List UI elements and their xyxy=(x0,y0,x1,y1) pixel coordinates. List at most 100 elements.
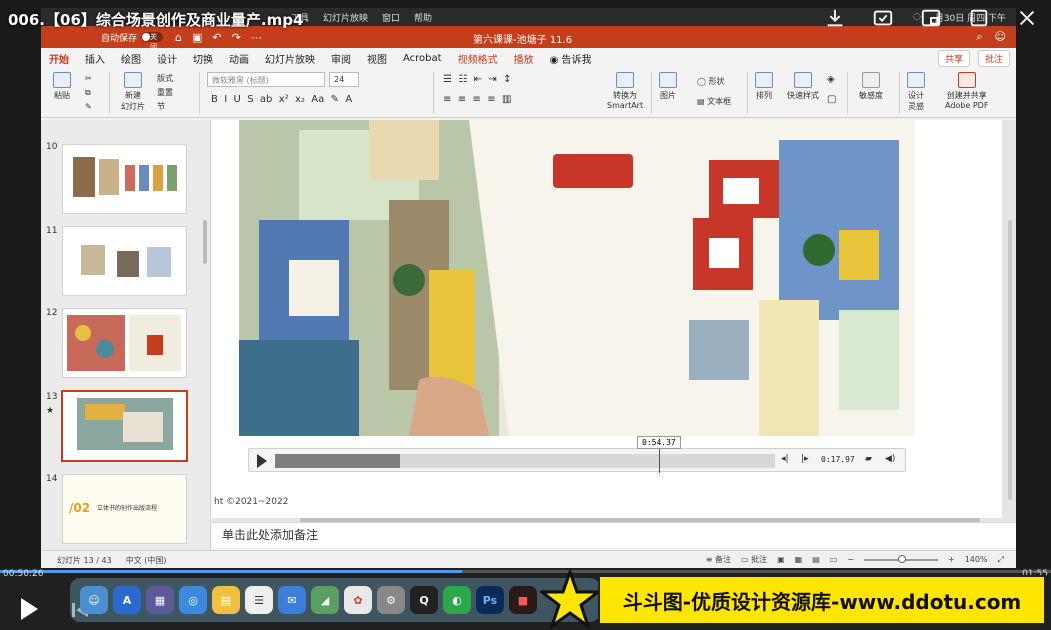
slide-thumbnail-11[interactable] xyxy=(62,226,187,296)
skip-forward-icon[interactable]: |▸ xyxy=(801,454,809,464)
play-icon[interactable] xyxy=(257,454,267,468)
outline-icon[interactable]: ▢ xyxy=(827,94,836,105)
tab-design[interactable]: 设计 xyxy=(149,51,185,66)
download-icon[interactable] xyxy=(823,6,847,30)
sensitivity-button[interactable]: 敏感度 xyxy=(859,72,883,101)
autosave-toggle[interactable]: 关闭 xyxy=(141,32,164,51)
tab-slideshow[interactable]: 幻灯片放映 xyxy=(257,51,323,66)
create-pdf-button[interactable]: 创建并共享 Adobe PDF xyxy=(945,72,988,110)
fit-slide-icon[interactable]: ⤢ xyxy=(998,555,1004,565)
mail-icon[interactable]: ✉ xyxy=(278,586,306,614)
reading-view-icon[interactable]: ▤ xyxy=(812,555,820,564)
pip-icon[interactable] xyxy=(919,6,943,30)
reset-button[interactable]: 重置 xyxy=(157,87,173,98)
share-button[interactable]: 共享 xyxy=(937,49,970,67)
picture-button[interactable]: 图片 xyxy=(659,72,677,101)
zoom-in-icon[interactable]: + xyxy=(948,555,955,564)
safari-icon[interactable]: ◎ xyxy=(179,586,207,614)
zoom-slider[interactable] xyxy=(864,554,939,563)
slide-thumbnail-10[interactable] xyxy=(62,144,187,214)
window-icon[interactable] xyxy=(967,6,991,30)
photos-icon[interactable]: ✿ xyxy=(344,586,372,614)
vertical-scrollbar[interactable] xyxy=(1008,220,1012,500)
volume-icon[interactable]: ◀) xyxy=(885,454,895,464)
save-icon[interactable]: ▣ xyxy=(192,31,202,44)
wechat-icon[interactable]: ◐ xyxy=(443,586,471,614)
section-button[interactable]: 节 xyxy=(157,101,165,112)
copy-icon[interactable]: ⧉ xyxy=(85,88,91,98)
paste-button[interactable]: 粘贴 xyxy=(53,72,71,101)
launchpad-icon[interactable]: ▦ xyxy=(146,586,174,614)
video-seek-bar[interactable]: 0:54.37 xyxy=(275,436,775,473)
textbox-button[interactable]: ▤ 文本框 xyxy=(697,96,731,107)
maps-icon[interactable]: ◢ xyxy=(311,586,339,614)
slide-thumbnail-13[interactable] xyxy=(61,390,188,462)
font-size-select[interactable]: 24 xyxy=(329,72,359,87)
menu-window[interactable]: 窗口 xyxy=(382,11,400,24)
slide-thumbnail-14[interactable]: /02 立体书的创作出版流程 xyxy=(62,474,187,544)
appstore-icon[interactable]: A xyxy=(113,586,141,614)
app-icon[interactable]: ■ xyxy=(509,586,537,614)
video-frame[interactable] xyxy=(239,120,915,436)
redo-icon[interactable]: ↷ xyxy=(232,31,241,44)
screenshot-icon[interactable] xyxy=(871,6,895,30)
tab-acrobat[interactable]: Acrobat xyxy=(395,53,450,64)
skip-back-icon[interactable]: ◂| xyxy=(781,454,789,464)
menu-slideshow[interactable]: 幻灯片放映 xyxy=(323,11,368,24)
tab-animations[interactable]: 动画 xyxy=(221,51,257,66)
notes-app-icon[interactable]: ▤ xyxy=(212,586,240,614)
account-icon[interactable]: ☺ xyxy=(995,30,1006,44)
arrange-button[interactable]: 排列 xyxy=(755,72,773,101)
qq-icon[interactable]: Q xyxy=(410,586,438,614)
comments-button[interactable]: 批注 xyxy=(977,49,1010,67)
menu-help[interactable]: 帮助 xyxy=(414,11,432,24)
slideshow-view-icon[interactable]: ▭ xyxy=(830,555,838,564)
new-slide-button[interactable]: 新建 幻灯片 xyxy=(121,72,145,112)
tab-draw[interactable]: 绘图 xyxy=(113,51,149,66)
home-icon[interactable]: ⌂ xyxy=(175,31,182,44)
tab-home[interactable]: 开始 xyxy=(41,51,77,66)
finder-icon[interactable]: ☺ xyxy=(80,586,108,614)
cut-icon[interactable]: ✂ xyxy=(85,74,92,83)
language-indicator[interactable]: 中文 (中国) xyxy=(126,555,167,566)
quick-styles-button[interactable]: 快速样式 xyxy=(787,72,819,101)
close-icon[interactable] xyxy=(1015,6,1039,30)
normal-view-icon[interactable]: ▣ xyxy=(777,555,785,564)
play-button[interactable] xyxy=(18,596,40,626)
sorter-view-icon[interactable]: ▦ xyxy=(795,555,803,564)
slide-thumbnail-12[interactable] xyxy=(62,308,187,378)
tab-transitions[interactable]: 切换 xyxy=(185,51,221,66)
font-format-icons[interactable]: B I U S ab x² x₂ Aa ✎ A xyxy=(211,94,352,105)
comments-toggle[interactable]: ▭ 批注 xyxy=(741,554,767,565)
convert-smartart-button[interactable]: 转换为 SmartArt xyxy=(607,72,643,110)
reminders-icon[interactable]: ☰ xyxy=(245,586,273,614)
layout-button[interactable]: 版式 xyxy=(157,73,173,84)
shape-button[interactable]: ◯ 形状 xyxy=(697,76,725,87)
tab-tell-me[interactable]: ◉ 告诉我 xyxy=(542,51,600,66)
more-icon[interactable]: ⋯ xyxy=(251,31,262,44)
notes-toggle[interactable]: ≡ 备注 xyxy=(706,554,731,565)
photoshop-icon[interactable]: Ps xyxy=(476,586,504,614)
fill-icon[interactable]: ◈ xyxy=(827,74,835,85)
tab-playback[interactable]: 播放 xyxy=(506,51,542,66)
video-progress-fill xyxy=(275,454,400,468)
align-icons[interactable]: ≡ ≡ ≡ ≡ ▥ xyxy=(443,94,511,105)
list-icons[interactable]: ☰ ☷ ⇤ ⇥ ↕ xyxy=(443,74,512,85)
zoom-level[interactable]: 140% xyxy=(965,555,988,564)
undo-icon[interactable]: ↶ xyxy=(212,31,221,44)
notes-pane[interactable]: 单击此处添加备注 xyxy=(212,522,1016,548)
format-painter-icon[interactable]: ✎ xyxy=(85,102,92,111)
zoom-out-icon[interactable]: − xyxy=(847,555,854,564)
designer-button[interactable]: 设计 灵感 xyxy=(907,72,925,112)
tab-view[interactable]: 视图 xyxy=(359,51,395,66)
player-progress-bar[interactable] xyxy=(0,570,1051,573)
search-icon[interactable]: ⌕ xyxy=(976,30,982,44)
font-name-select[interactable]: 微软雅黑 (标题) xyxy=(207,72,325,87)
tab-insert[interactable]: 插入 xyxy=(77,51,113,66)
tab-review[interactable]: 审阅 xyxy=(323,51,359,66)
zoom-knob[interactable] xyxy=(898,554,907,563)
captions-icon[interactable]: ▰ xyxy=(865,454,872,464)
settings-icon[interactable]: ⚙ xyxy=(377,586,405,614)
thumbnail-scrollbar[interactable] xyxy=(203,220,207,264)
tab-video-format[interactable]: 视频格式 xyxy=(450,51,506,66)
